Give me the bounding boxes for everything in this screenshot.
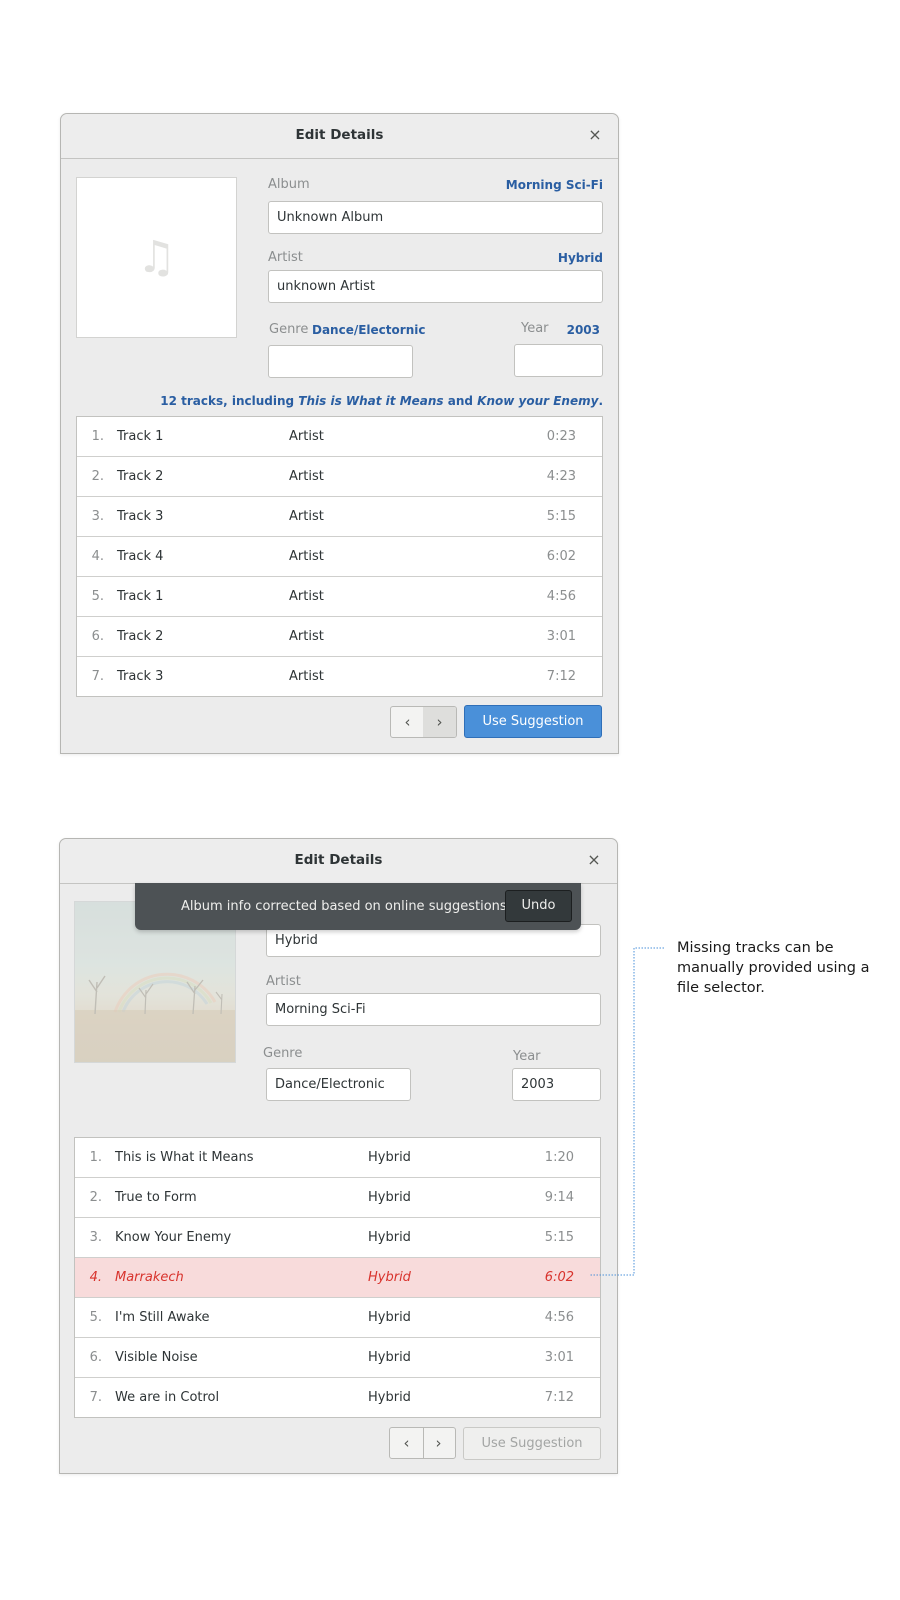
annotation-leader-line bbox=[590, 947, 664, 1276]
missing-tracks-annotation: Missing tracks can be manually provided … bbox=[677, 940, 870, 996]
